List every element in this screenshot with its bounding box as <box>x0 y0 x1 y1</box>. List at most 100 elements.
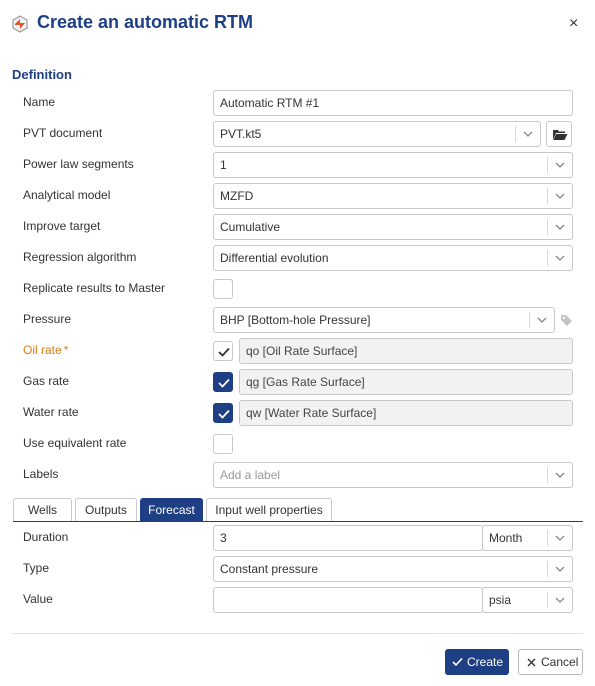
replicate-checkbox[interactable] <box>213 279 233 299</box>
row-replicate: Replicate results to Master <box>0 276 595 302</box>
type-label: Type <box>23 561 50 575</box>
oil-rate-checkbox[interactable] <box>213 341 233 361</box>
pressure-select[interactable]: BHP [Bottom-hole Pressure] <box>213 307 555 333</box>
row-improve-target: Improve target Cumulative <box>0 214 595 240</box>
cancel-button[interactable]: Cancel <box>518 649 583 675</box>
labels-label: Labels <box>23 467 59 481</box>
pressure-value: BHP [Bottom-hole Pressure] <box>220 313 371 327</box>
gas-rate-field: qg [Gas Rate Surface] <box>239 369 573 395</box>
pvt-select[interactable]: PVT.kt5 <box>213 121 541 147</box>
equivalent-rate-checkbox[interactable] <box>213 434 233 454</box>
create-button-label: Create <box>467 655 504 669</box>
row-analytical-model: Analytical model MZFD <box>0 183 595 209</box>
check-icon <box>218 347 230 357</box>
chevron-down-icon[interactable] <box>534 312 550 328</box>
name-input[interactable]: Automatic RTM #1 <box>213 90 573 116</box>
select-separator <box>547 530 548 546</box>
row-water-rate: Water rate qw [Water Rate Surface] <box>0 400 595 426</box>
duration-label: Duration <box>23 530 69 544</box>
row-power-law: Power law segments 1 <box>0 152 595 178</box>
value-input[interactable] <box>213 587 483 613</box>
water-rate-field: qw [Water Rate Surface] <box>239 400 573 426</box>
labels-select[interactable]: Add a label <box>213 462 573 488</box>
check-icon <box>218 378 230 388</box>
select-separator <box>547 592 548 608</box>
footer-divider <box>12 633 583 634</box>
tab-forecast[interactable]: Forecast <box>140 498 203 522</box>
chevron-down-icon[interactable] <box>552 530 568 546</box>
type-select[interactable]: Constant pressure <box>213 556 573 582</box>
pvt-label: PVT document <box>23 126 103 140</box>
row-regression-algorithm: Regression algorithm Differential evolut… <box>0 245 595 271</box>
folder-open-icon <box>553 130 568 140</box>
gas-rate-label: Gas rate <box>23 374 70 388</box>
duration-unit-value: Month <box>489 531 523 545</box>
tab-wells[interactable]: Wells <box>13 498 72 521</box>
value-unit-select[interactable]: psia <box>482 587 573 613</box>
row-name: Name Automatic RTM #1 <box>0 90 595 116</box>
value-unit-value: psia <box>489 593 512 607</box>
equivalent-rate-label: Use equivalent rate <box>23 436 127 450</box>
tab-outputs[interactable]: Outputs <box>75 498 137 521</box>
gas-rate-checkbox[interactable] <box>213 372 233 392</box>
close-icon <box>527 658 536 667</box>
value-label: Value <box>23 592 53 606</box>
close-icon[interactable]: × <box>569 15 578 33</box>
tag-icon[interactable] <box>560 313 574 327</box>
browse-pvt-button[interactable] <box>546 121 572 147</box>
row-value: Value psia <box>0 587 595 613</box>
improve-target-label: Improve target <box>23 219 101 233</box>
pressure-label: Pressure <box>23 312 72 326</box>
chevron-down-icon[interactable] <box>520 126 536 142</box>
row-oil-rate: Oil rate * qo [Oil Rate Surface] <box>0 338 595 364</box>
duration-input[interactable]: 3 <box>213 525 483 551</box>
regression-algorithm-value: Differential evolution <box>220 251 329 265</box>
select-separator <box>547 157 548 173</box>
select-separator <box>547 561 548 577</box>
tab-input-well-properties[interactable]: Input well properties <box>206 498 332 521</box>
chevron-down-icon[interactable] <box>552 592 568 608</box>
replicate-label: Replicate results to Master <box>23 281 166 295</box>
required-marker: * <box>63 343 69 357</box>
select-separator <box>547 467 548 483</box>
create-button[interactable]: Create <box>445 649 509 675</box>
oil-rate-label-text: Oil rate <box>23 343 62 357</box>
analytical-model-value: MZFD <box>220 189 254 203</box>
row-labels: Labels Add a label <box>0 462 595 488</box>
chevron-down-icon[interactable] <box>552 250 568 266</box>
chevron-down-icon[interactable] <box>552 219 568 235</box>
regression-algorithm-label: Regression algorithm <box>23 250 137 264</box>
row-pvt: PVT document PVT.kt5 <box>0 121 595 147</box>
power-law-label: Power law segments <box>23 157 134 171</box>
row-gas-rate: Gas rate qg [Gas Rate Surface] <box>0 369 595 395</box>
chevron-down-icon[interactable] <box>552 467 568 483</box>
regression-algorithm-select[interactable]: Differential evolution <box>213 245 573 271</box>
row-duration: Duration 3 Month <box>0 525 595 551</box>
row-equivalent-rate: Use equivalent rate <box>0 431 595 457</box>
analytical-model-label: Analytical model <box>23 188 111 202</box>
improve-target-value: Cumulative <box>220 220 281 234</box>
chevron-down-icon[interactable] <box>552 561 568 577</box>
check-icon <box>452 657 463 667</box>
improve-target-select[interactable]: Cumulative <box>213 214 573 240</box>
chevron-down-icon[interactable] <box>552 157 568 173</box>
tab-bar: Wells Outputs Forecast Input well proper… <box>13 498 583 522</box>
labels-placeholder: Add a label <box>220 468 281 482</box>
pvt-value: PVT.kt5 <box>220 127 262 141</box>
water-rate-label: Water rate <box>23 405 79 419</box>
select-separator <box>529 312 530 328</box>
duration-unit-select[interactable]: Month <box>482 525 573 551</box>
chevron-down-icon[interactable] <box>552 188 568 204</box>
rtm-app-icon <box>12 15 28 33</box>
cancel-button-label: Cancel <box>541 655 579 669</box>
water-rate-checkbox[interactable] <box>213 403 233 423</box>
power-law-select[interactable]: 1 <box>213 152 573 178</box>
row-pressure: Pressure BHP [Bottom-hole Pressure] <box>0 307 595 333</box>
name-label: Name <box>23 95 56 109</box>
section-title-definition: Definition <box>12 67 72 82</box>
select-separator <box>515 126 516 142</box>
check-icon <box>218 409 230 419</box>
oil-rate-field: qo [Oil Rate Surface] <box>239 338 573 364</box>
analytical-model-select[interactable]: MZFD <box>213 183 573 209</box>
select-separator <box>547 188 548 204</box>
